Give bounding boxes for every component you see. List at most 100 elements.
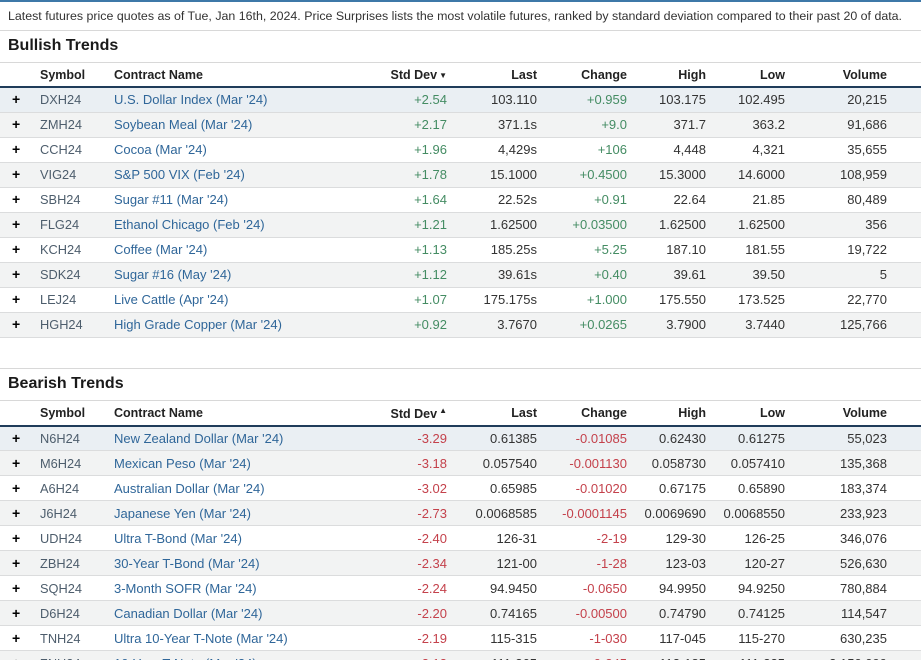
symbol-link[interactable]: HGH24 <box>40 317 83 332</box>
symbol-link[interactable]: SBH24 <box>40 192 81 207</box>
expand-plus-icon[interactable]: + <box>12 117 20 131</box>
change-cell: +0.03500 <box>545 212 635 237</box>
expand-cell: + <box>0 312 30 337</box>
symbol-link[interactable]: D6H24 <box>40 606 80 621</box>
column-header-low[interactable]: Low <box>714 401 793 426</box>
expand-plus-icon[interactable]: + <box>12 631 20 645</box>
contract-name-link[interactable]: S&P 500 VIX (Feb '24) <box>114 167 245 182</box>
contract-name-link[interactable]: Mexican Peso (Mar '24) <box>114 456 251 471</box>
table-row: + SDK24 Sugar #16 (May '24) +1.12 39.61s… <box>0 262 921 287</box>
symbol-cell: CCH24 <box>30 137 102 162</box>
last-cell: 0.0068585 <box>455 501 545 526</box>
column-header-label: Contract Name <box>114 406 203 420</box>
symbol-link[interactable]: J6H24 <box>40 506 77 521</box>
symbol-cell: ZBH24 <box>30 551 102 576</box>
column-header-std-dev[interactable]: Std Dev▼ <box>372 63 455 87</box>
expand-plus-icon[interactable]: + <box>12 267 20 281</box>
symbol-link[interactable]: CCH24 <box>40 142 82 157</box>
expand-plus-icon[interactable]: + <box>12 167 20 181</box>
column-header-change[interactable]: Change <box>545 401 635 426</box>
symbol-link[interactable]: ZMH24 <box>40 117 82 132</box>
volume-cell: 135,368 <box>793 451 921 476</box>
contract-name-link[interactable]: Sugar #11 (Mar '24) <box>114 192 228 207</box>
column-header-volume[interactable]: Volume <box>793 401 921 426</box>
std-dev-cell: -2.13 <box>372 651 455 660</box>
symbol-link[interactable]: FLG24 <box>40 217 79 232</box>
expand-plus-icon[interactable]: + <box>12 581 20 595</box>
contract-name-link[interactable]: Coffee (Mar '24) <box>114 242 207 257</box>
contract-name-link[interactable]: 30-Year T-Bond (Mar '24) <box>114 556 260 571</box>
low-cell: 4,321 <box>714 137 793 162</box>
expand-plus-icon[interactable]: + <box>12 431 20 445</box>
contract-name-link[interactable]: New Zealand Dollar (Mar '24) <box>114 431 283 446</box>
expand-plus-icon[interactable]: + <box>12 506 20 520</box>
expand-column-header <box>0 401 30 426</box>
table-header-row: Symbol Contract Name Std Dev▲LastChangeHig… <box>0 401 921 426</box>
change-cell: -0.01020 <box>545 476 635 501</box>
expand-cell: + <box>0 212 30 237</box>
expand-plus-icon[interactable]: + <box>12 292 20 306</box>
column-header-high[interactable]: High <box>635 401 714 426</box>
expand-plus-icon[interactable]: + <box>12 481 20 495</box>
symbol-cell: M6H24 <box>30 451 102 476</box>
column-header-symbol[interactable]: Symbol <box>30 63 102 87</box>
contract-name-link[interactable]: 10-Year T-Note (Mar '24) <box>114 656 257 660</box>
contract-name-link[interactable]: Australian Dollar (Mar '24) <box>114 481 265 496</box>
volume-cell: 114,547 <box>793 601 921 626</box>
std-dev-cell: +2.54 <box>372 87 455 112</box>
contract-name-link[interactable]: Japanese Yen (Mar '24) <box>114 506 251 521</box>
column-header-high[interactable]: High <box>635 63 714 87</box>
expand-plus-icon[interactable]: + <box>12 556 20 570</box>
symbol-link[interactable]: SQH24 <box>40 581 82 596</box>
symbol-link[interactable]: A6H24 <box>40 481 79 496</box>
low-cell: 0.65890 <box>714 476 793 501</box>
symbol-link[interactable]: UDH24 <box>40 531 82 546</box>
contract-name-link[interactable]: Sugar #16 (May '24) <box>114 267 231 282</box>
column-header-low[interactable]: Low <box>714 63 793 87</box>
expand-plus-icon[interactable]: + <box>12 217 20 231</box>
symbol-link[interactable]: ZNH24 <box>40 656 81 660</box>
expand-plus-icon[interactable]: + <box>12 242 20 256</box>
expand-plus-icon[interactable]: + <box>12 456 20 470</box>
contract-name-link[interactable]: Canadian Dollar (Mar '24) <box>114 606 262 621</box>
symbol-link[interactable]: KCH24 <box>40 242 81 257</box>
contract-name-link[interactable]: Live Cattle (Apr '24) <box>114 292 228 307</box>
low-cell: 1.62500 <box>714 212 793 237</box>
change-cell: -0-245 <box>545 651 635 660</box>
column-header-change[interactable]: Change <box>545 63 635 87</box>
expand-plus-icon[interactable]: + <box>12 142 20 156</box>
expand-plus-icon[interactable]: + <box>12 192 20 206</box>
expand-plus-icon[interactable]: + <box>12 92 20 106</box>
symbol-cell: ZNH24 <box>30 651 102 660</box>
expand-plus-icon[interactable]: + <box>12 317 20 331</box>
symbol-link[interactable]: N6H24 <box>40 431 80 446</box>
expand-plus-icon[interactable]: + <box>12 656 20 660</box>
contract-name-link[interactable]: High Grade Copper (Mar '24) <box>114 317 282 332</box>
column-header-contract-name[interactable]: Contract Name <box>102 401 372 426</box>
contract-name-link[interactable]: Ethanol Chicago (Feb '24) <box>114 217 265 232</box>
column-header-volume[interactable]: Volume <box>793 63 921 87</box>
symbol-link[interactable]: SDK24 <box>40 267 81 282</box>
contract-name-link[interactable]: Soybean Meal (Mar '24) <box>114 117 252 132</box>
column-header-last[interactable]: Last <box>455 401 545 426</box>
symbol-link[interactable]: M6H24 <box>40 456 81 471</box>
contract-name-link[interactable]: U.S. Dollar Index (Mar '24) <box>114 92 267 107</box>
column-header-contract-name[interactable]: Contract Name <box>102 63 372 87</box>
table-row: + D6H24 Canadian Dollar (Mar '24) -2.20 … <box>0 601 921 626</box>
expand-cell: + <box>0 237 30 262</box>
contract-name-link[interactable]: Ultra T-Bond (Mar '24) <box>114 531 242 546</box>
contract-name-link[interactable]: 3-Month SOFR (Mar '24) <box>114 581 257 596</box>
contract-name-link[interactable]: Ultra 10-Year T-Note (Mar '24) <box>114 631 288 646</box>
symbol-link[interactable]: VIG24 <box>40 167 76 182</box>
symbol-link[interactable]: LEJ24 <box>40 292 76 307</box>
column-header-last[interactable]: Last <box>455 63 545 87</box>
column-header-std-dev[interactable]: Std Dev▲ <box>372 401 455 426</box>
symbol-link[interactable]: TNH24 <box>40 631 81 646</box>
contract-name-cell: Ultra T-Bond (Mar '24) <box>102 526 372 551</box>
symbol-link[interactable]: DXH24 <box>40 92 81 107</box>
symbol-link[interactable]: ZBH24 <box>40 556 80 571</box>
contract-name-link[interactable]: Cocoa (Mar '24) <box>114 142 207 157</box>
column-header-symbol[interactable]: Symbol <box>30 401 102 426</box>
expand-plus-icon[interactable]: + <box>12 531 20 545</box>
expand-plus-icon[interactable]: + <box>12 606 20 620</box>
